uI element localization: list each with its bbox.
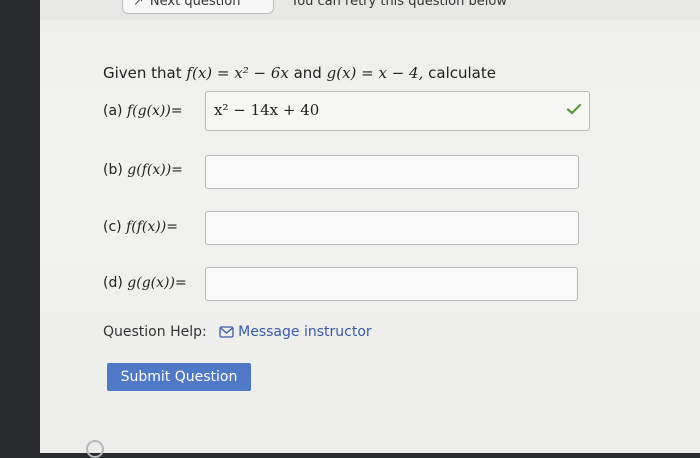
retry-notice: You can retry this question below	[291, 0, 507, 9]
check-icon	[566, 103, 582, 115]
question-help-label: Question Help:	[103, 324, 207, 340]
part-b-answer-input[interactable]	[205, 155, 579, 189]
part-a-answer-input[interactable]: x² − 14x + 40	[205, 91, 590, 131]
submit-question-button[interactable]: Submit Question	[107, 363, 251, 391]
g-definition: g(x) = x − 4,	[326, 64, 424, 82]
circle-icon	[86, 440, 104, 458]
part-c-answer-input[interactable]	[205, 211, 579, 245]
part-d-answer-input[interactable]	[205, 267, 578, 301]
part-b-label: (b) g(f(x))=	[103, 162, 183, 178]
part-d-label: (d) g(g(x))=	[103, 275, 187, 291]
question-help: Question Help: Message instructor	[103, 324, 372, 340]
arrow-icon: ↗	[133, 0, 144, 9]
next-question-button[interactable]: ↗ Next question	[122, 0, 274, 14]
question-prompt: Given that f(x) = x² − 6x and g(x) = x −…	[103, 64, 496, 82]
f-definition: f(x) = x² − 6x	[186, 64, 289, 82]
part-a-label: (a) f(g(x))=	[103, 103, 183, 119]
part-a-answer-value: x² − 14x + 40	[214, 101, 320, 119]
part-c-label: (c) f(f(x))=	[103, 219, 178, 235]
message-instructor-link[interactable]: Message instructor	[219, 324, 372, 340]
mail-icon	[219, 326, 234, 338]
next-question-label: Next question	[149, 0, 241, 9]
